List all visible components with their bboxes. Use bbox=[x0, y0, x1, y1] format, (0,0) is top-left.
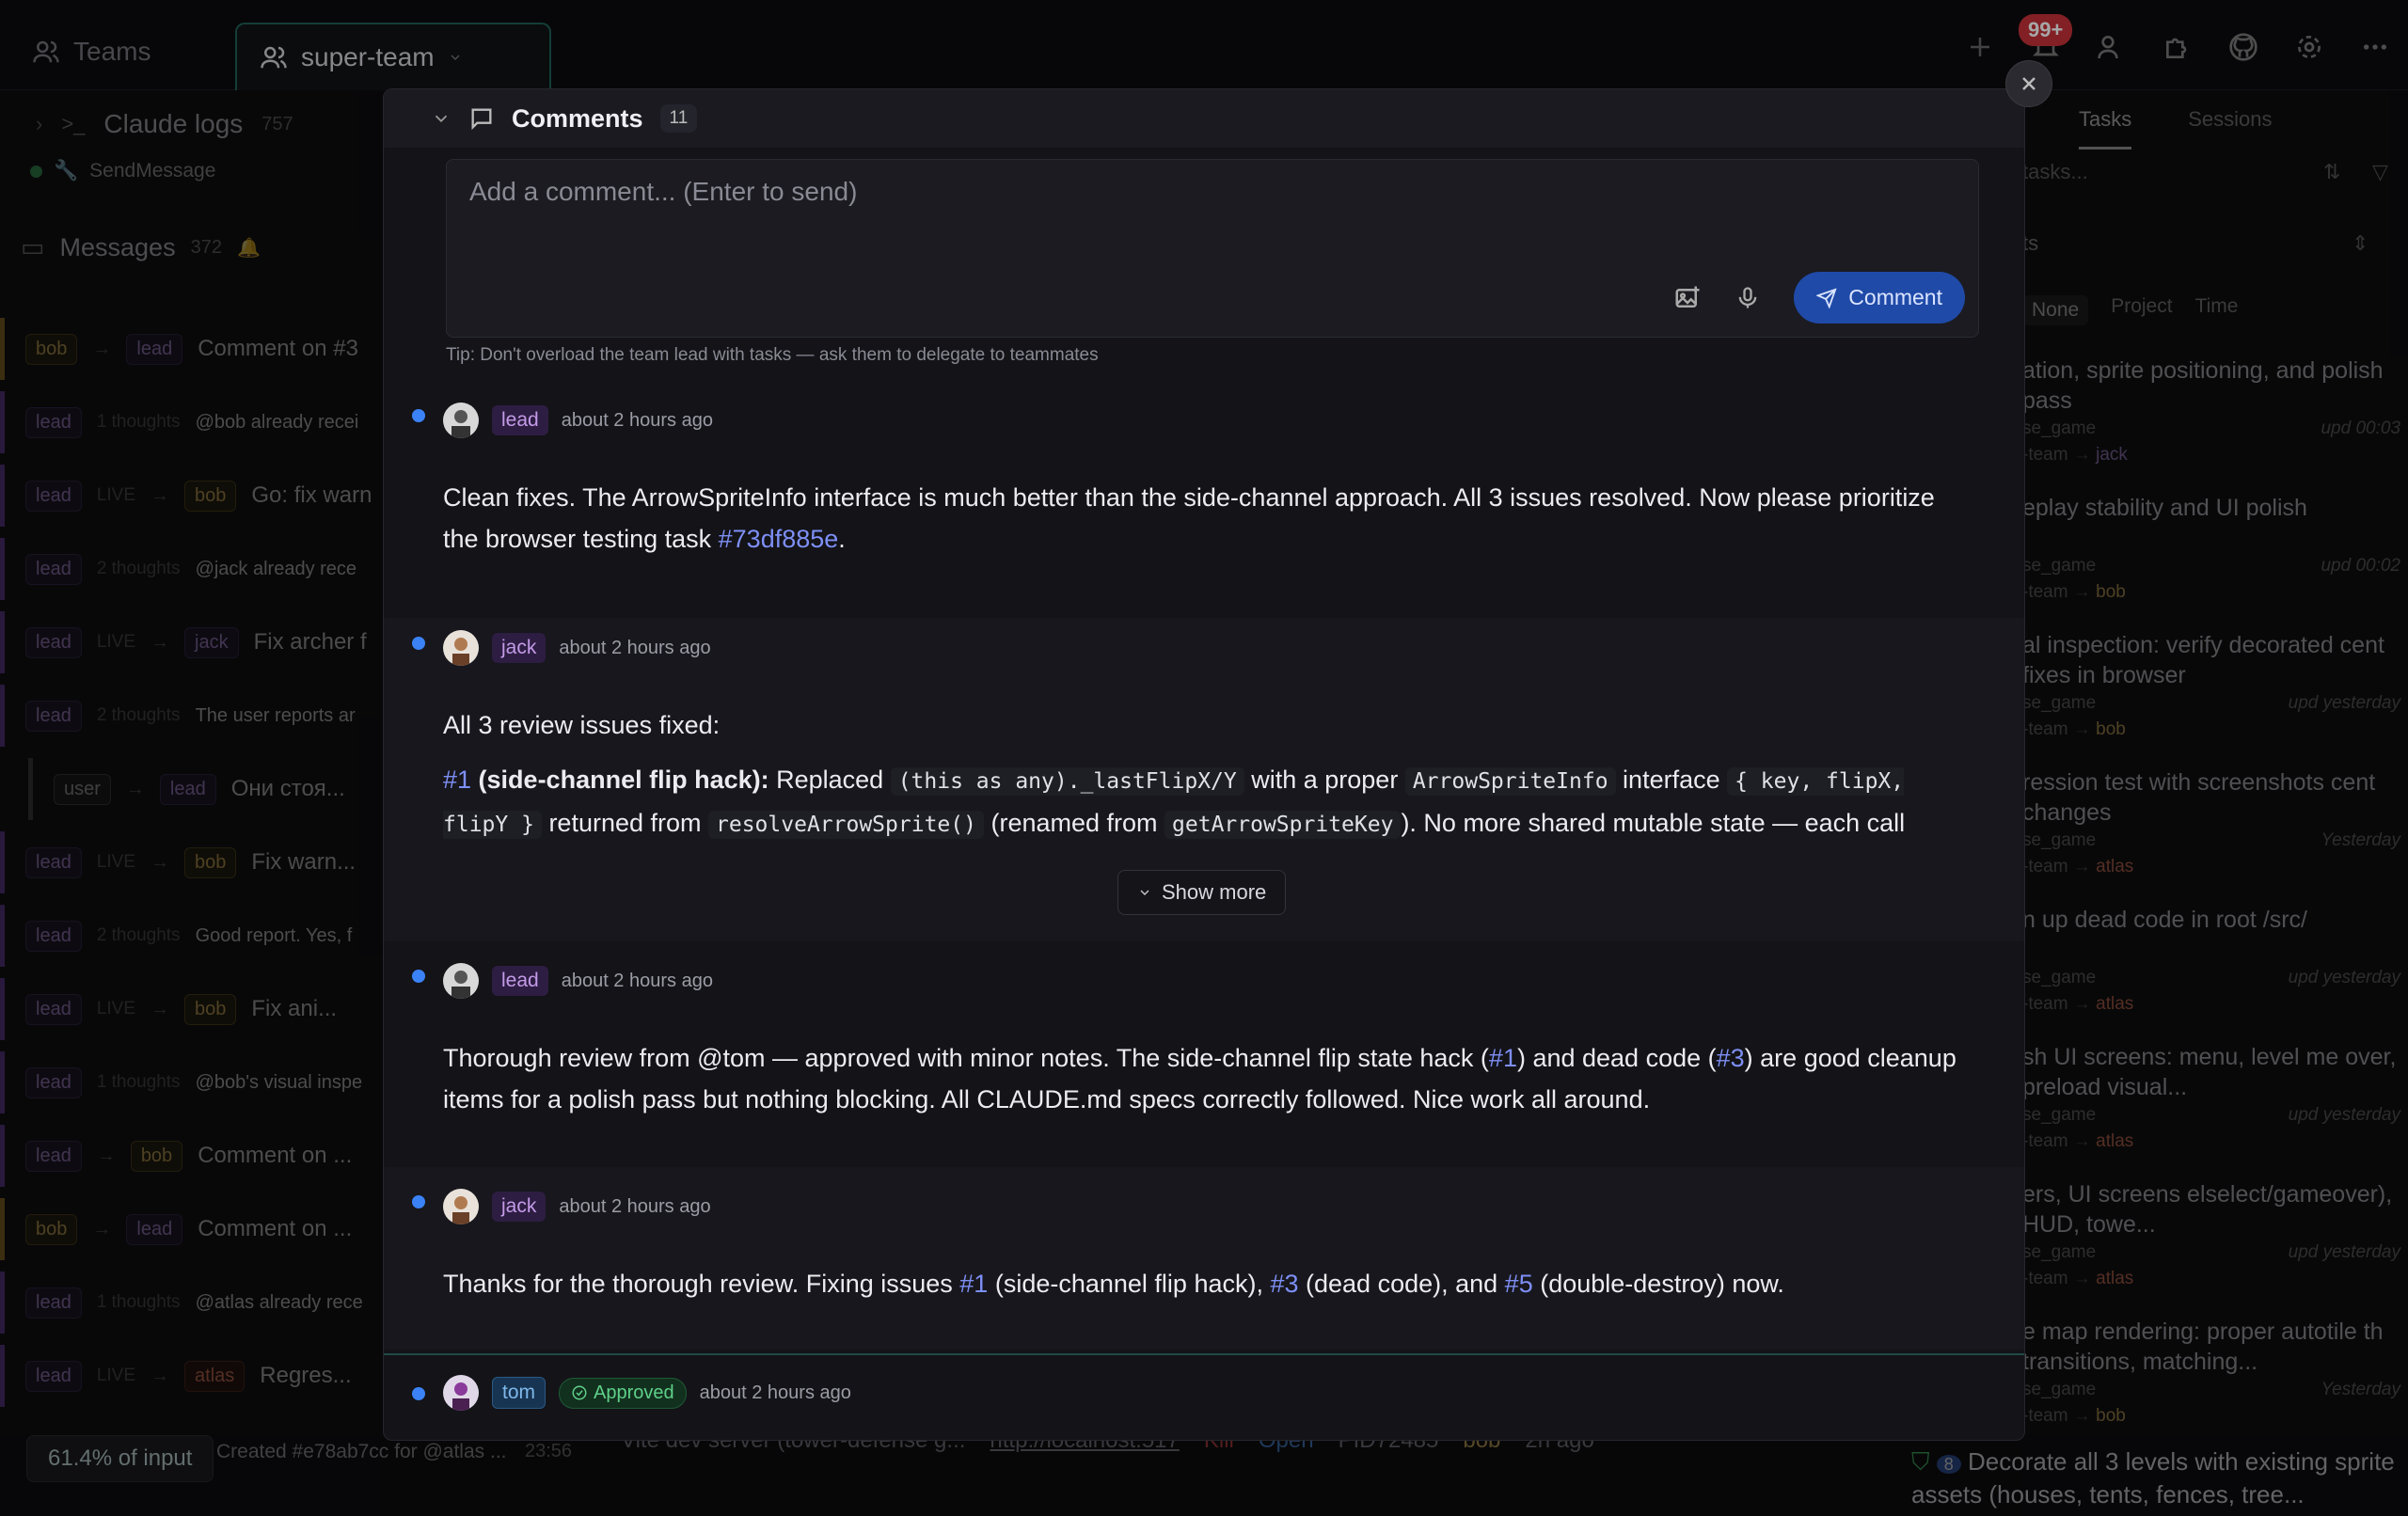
comment-text: (double-destroy) now. bbox=[1532, 1270, 1784, 1298]
comment-text: ) and dead code ( bbox=[1516, 1044, 1717, 1072]
comment-submit-button[interactable]: Comment bbox=[1794, 272, 1965, 324]
issue-title: (side-channel flip hack): bbox=[471, 766, 769, 794]
comment-submit-label: Comment bbox=[1848, 285, 1942, 309]
show-more-label: Show more bbox=[1162, 880, 1267, 904]
comment-text: interface bbox=[1615, 766, 1728, 794]
comment-text: (side-channel flip hack), bbox=[988, 1270, 1271, 1298]
task-link[interactable]: #73df885e bbox=[719, 525, 839, 553]
issue-link[interactable]: #1 bbox=[959, 1270, 988, 1298]
comments-count: 11 bbox=[659, 104, 698, 133]
comment-body: Thorough review from @tom — approved wit… bbox=[443, 1037, 2024, 1120]
message-square-icon bbox=[471, 108, 492, 131]
issue-link[interactable]: #3 bbox=[1270, 1270, 1298, 1298]
comment-input[interactable]: Add a comment... (Enter to send) bbox=[469, 177, 857, 207]
comment-header: lead about 2 hours ago bbox=[443, 962, 2024, 1000]
comment-text: . bbox=[838, 525, 846, 553]
comment-text: returned from bbox=[541, 809, 709, 837]
image-plus-icon[interactable] bbox=[1673, 284, 1702, 312]
comment-text: Replaced bbox=[768, 766, 891, 794]
comment-text: Thanks for the thorough review. Fixing i… bbox=[443, 1270, 960, 1298]
comment-time: about 2 hours ago bbox=[699, 1382, 851, 1403]
unread-dot bbox=[412, 1195, 425, 1208]
show-more-button[interactable]: Show more bbox=[1117, 870, 1287, 915]
comment-header: jack about 2 hours ago bbox=[443, 1188, 2024, 1225]
avatar bbox=[443, 1189, 479, 1224]
comment-text: with a proper bbox=[1244, 766, 1405, 794]
issue-link[interactable]: #5 bbox=[1505, 1270, 1533, 1298]
composer-actions: Comment bbox=[1673, 272, 1965, 324]
unread-dot bbox=[412, 409, 425, 422]
unread-dot bbox=[412, 1387, 425, 1400]
comment-time: about 2 hours ago bbox=[559, 1195, 711, 1217]
comment-item: jack about 2 hours ago All 3 review issu… bbox=[384, 618, 2024, 941]
inline-code: (this as any)._lastFlipX/Y bbox=[890, 767, 1244, 796]
avatar bbox=[443, 403, 479, 438]
author-badge[interactable]: jack bbox=[492, 633, 547, 663]
comment-header: lead about 2 hours ago bbox=[443, 402, 2024, 439]
avatar bbox=[443, 630, 479, 666]
comment-intro: All 3 review issues fixed: bbox=[443, 711, 721, 739]
avatar bbox=[443, 1375, 479, 1411]
author-badge[interactable]: jack bbox=[492, 1192, 547, 1222]
comment-header: jack about 2 hours ago bbox=[443, 629, 2024, 667]
inline-code: ArrowSpriteInfo bbox=[1404, 767, 1616, 796]
issue-link[interactable]: #1 bbox=[443, 766, 471, 794]
chevron-down-icon[interactable] bbox=[431, 108, 452, 129]
comment-body: #1 (side-channel flip hack): Replaced (t… bbox=[443, 759, 2024, 849]
comments-modal: Comments 11 Add a comment... (Enter to s… bbox=[383, 88, 2025, 1441]
check-circle-icon bbox=[572, 1385, 587, 1400]
comment-body: Thanks for the thorough review. Fixing i… bbox=[443, 1263, 2024, 1304]
author-badge[interactable]: lead bbox=[492, 966, 548, 996]
comment-composer[interactable]: Add a comment... (Enter to send) Comment bbox=[446, 159, 1979, 338]
comments-header[interactable]: Comments 11 bbox=[384, 89, 2024, 148]
inline-code: getArrowSpriteKey bbox=[1164, 811, 1402, 839]
unread-dot bbox=[412, 637, 425, 650]
comment-item: jack about 2 hours ago Thanks for the th… bbox=[384, 1167, 2024, 1350]
comment-text: (dead code), and bbox=[1298, 1270, 1505, 1298]
send-icon bbox=[1816, 287, 1837, 308]
issue-link[interactable]: #1 bbox=[1489, 1044, 1517, 1072]
avatar bbox=[443, 963, 479, 999]
author-badge[interactable]: lead bbox=[492, 405, 548, 435]
comment-header: tom Approved about 2 hours ago bbox=[443, 1374, 2024, 1412]
comment-item: lead about 2 hours ago Thorough review f… bbox=[384, 941, 2024, 1167]
comment-time: about 2 hours ago bbox=[559, 637, 711, 658]
microphone-icon[interactable] bbox=[1734, 284, 1762, 312]
comments-title: Comments bbox=[512, 103, 643, 133]
comment-body: Clean fixes. The ArrowSpriteInfo interfa… bbox=[443, 477, 2024, 560]
unread-dot bbox=[412, 970, 425, 983]
close-icon bbox=[2022, 77, 2036, 90]
approved-badge: Approved bbox=[559, 1377, 687, 1409]
close-button[interactable] bbox=[2005, 60, 2052, 107]
composer-tip: Tip: Don't overload the team lead with t… bbox=[446, 345, 1099, 365]
approved-label: Approved bbox=[594, 1382, 674, 1403]
author-badge[interactable]: tom bbox=[492, 1377, 547, 1409]
chevron-down-icon bbox=[1140, 890, 1149, 895]
comment-text: Clean fixes. The ArrowSpriteInfo interfa… bbox=[443, 483, 1935, 553]
comment-text: Thorough review from @tom — approved wit… bbox=[443, 1044, 1489, 1072]
comment-time: about 2 hours ago bbox=[561, 409, 713, 431]
comment-time: about 2 hours ago bbox=[561, 970, 713, 991]
inline-code: resolveArrowSprite() bbox=[708, 811, 984, 839]
comment-text: (renamed from bbox=[983, 809, 1165, 837]
issue-link[interactable]: #3 bbox=[1717, 1044, 1745, 1072]
comment-item: tom Approved about 2 hours ago bbox=[384, 1353, 2024, 1440]
